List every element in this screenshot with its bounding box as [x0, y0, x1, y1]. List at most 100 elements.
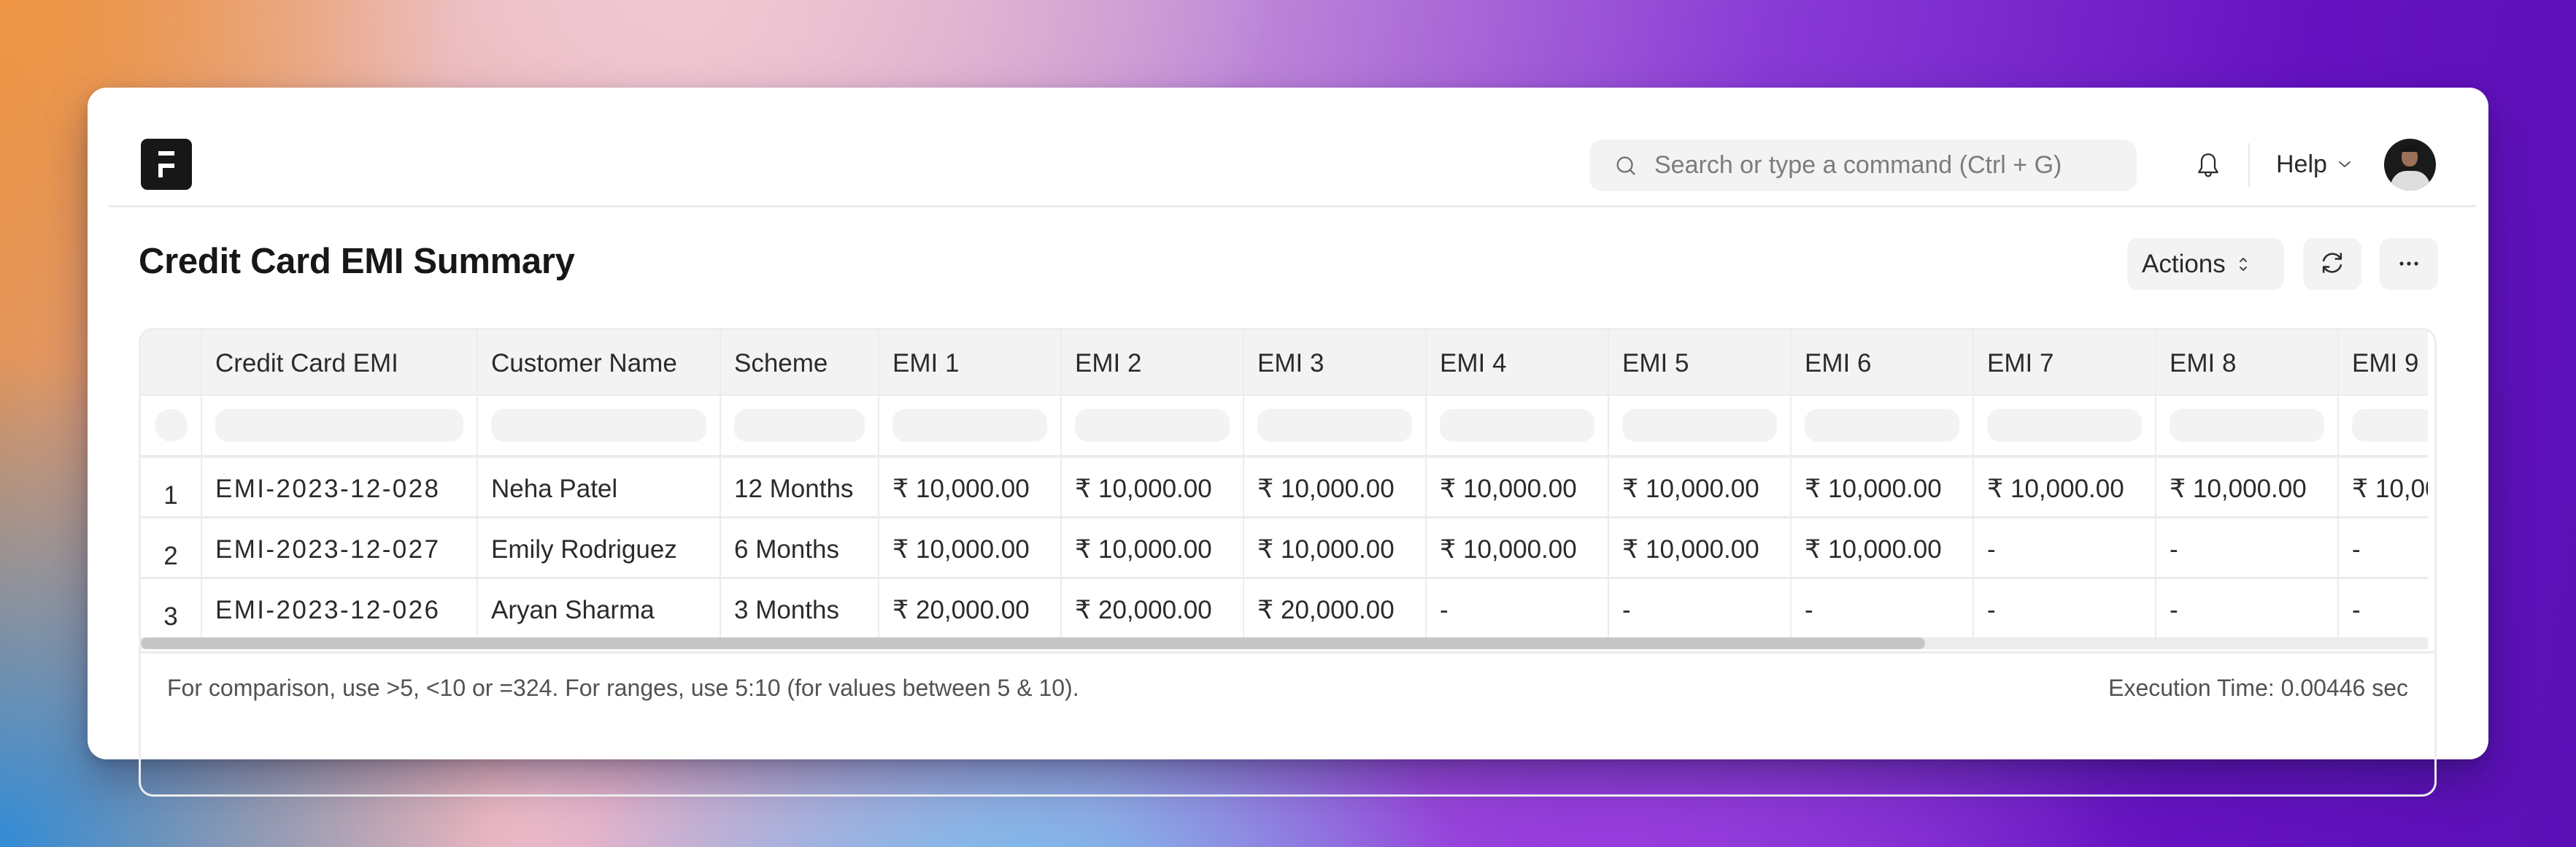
cell-emi[interactable]: ₹ 10,000.00: [1062, 458, 1244, 516]
navbar: Help: [109, 88, 2476, 207]
cell-customer-name[interactable]: Emily Rodriguez: [478, 518, 721, 577]
cell-emi[interactable]: -: [1427, 579, 1609, 637]
filter-cell: [1792, 396, 1974, 455]
filter-input-emi-2[interactable]: [1075, 409, 1230, 442]
table-row[interactable]: 3 EMI-2023-12-026 Aryan Sharma 3 Months …: [141, 579, 2428, 640]
table-row[interactable]: 1 EMI-2023-12-028 Neha Patel 12 Months ₹…: [141, 458, 2428, 518]
cell-emi[interactable]: ₹ 20,000.00: [1244, 579, 1427, 637]
column-header[interactable]: EMI 7: [1974, 330, 2156, 394]
cell-emi[interactable]: ₹ 10,000.00: [1974, 458, 2156, 516]
filter-input-emi-7[interactable]: [1987, 409, 2142, 442]
filter-cell: [1974, 396, 2156, 455]
logo-glyph-stem: [158, 164, 163, 177]
row-index: 2: [141, 518, 202, 577]
cell-emi[interactable]: ₹ 10,000.00: [1609, 458, 1792, 516]
scrollbar-thumb[interactable]: [141, 637, 1925, 649]
column-header[interactable]: EMI 1: [879, 330, 1062, 394]
column-header[interactable]: EMI 8: [2156, 330, 2339, 394]
cell-emi[interactable]: ₹ 10,000.00: [1427, 518, 1609, 577]
filter-input-emi-8[interactable]: [2170, 409, 2324, 442]
cell-emi[interactable]: ₹ 10,000.00: [1244, 458, 1427, 516]
cell-scheme[interactable]: 3 Months: [721, 579, 879, 637]
cell-customer-name[interactable]: Aryan Sharma: [478, 579, 721, 637]
column-header[interactable]: EMI 6: [1792, 330, 1974, 394]
actions-button[interactable]: Actions: [2127, 238, 2284, 290]
cell-scheme[interactable]: 6 Months: [721, 518, 879, 577]
column-header[interactable]: EMI 5: [1609, 330, 1792, 394]
search-icon: [1613, 153, 1638, 178]
cell-emi[interactable]: -: [1792, 579, 1974, 637]
app-logo[interactable]: [141, 139, 192, 190]
filter-input-emi-9[interactable]: [2352, 409, 2428, 442]
filter-cell: [2156, 396, 2339, 455]
cell-credit-card-emi[interactable]: EMI-2023-12-026: [202, 579, 478, 637]
search-bar[interactable]: [1589, 139, 2137, 191]
navbar-divider: [2248, 143, 2250, 187]
header-index: [141, 330, 202, 394]
cell-emi[interactable]: ₹ 10,000.00: [2339, 458, 2428, 516]
column-header[interactable]: Credit Card EMI: [202, 330, 478, 394]
user-avatar[interactable]: [2384, 139, 2436, 191]
table-viewport: Credit Card EMI Customer Name Scheme EMI…: [141, 330, 2428, 651]
filter-input-credit-card-emi[interactable]: [215, 409, 463, 442]
column-header[interactable]: Scheme: [721, 330, 879, 394]
actions-label: Actions: [2142, 249, 2226, 278]
column-header[interactable]: EMI 4: [1427, 330, 1609, 394]
filter-input-scheme[interactable]: [734, 409, 865, 442]
filter-hint-text: For comparison, use >5, <10 or =324. For…: [167, 675, 1079, 701]
filter-cell: [879, 396, 1062, 455]
filter-index-cell: [141, 396, 202, 455]
filter-cell: [2339, 396, 2428, 455]
cell-emi[interactable]: -: [2339, 518, 2428, 577]
cell-emi[interactable]: -: [1609, 579, 1792, 637]
help-label: Help: [2276, 150, 2327, 178]
refresh-button[interactable]: [2303, 238, 2361, 290]
cell-emi[interactable]: ₹ 10,000.00: [879, 518, 1062, 577]
cell-emi[interactable]: -: [1974, 579, 2156, 637]
cell-emi[interactable]: ₹ 10,000.00: [1792, 518, 1974, 577]
notifications-bell-icon[interactable]: [2194, 150, 2223, 181]
horizontal-scrollbar[interactable]: [141, 637, 2428, 649]
help-menu[interactable]: Help: [2276, 146, 2352, 183]
cell-emi[interactable]: ₹ 10,000.00: [1792, 458, 1974, 516]
cell-emi[interactable]: ₹ 20,000.00: [879, 579, 1062, 637]
cell-emi[interactable]: -: [1974, 518, 2156, 577]
filter-cell: [478, 396, 721, 455]
column-header[interactable]: EMI 2: [1062, 330, 1244, 394]
cell-emi[interactable]: ₹ 20,000.00: [1062, 579, 1244, 637]
cell-customer-name[interactable]: Neha Patel: [478, 458, 721, 516]
cell-emi[interactable]: ₹ 10,000.00: [1244, 518, 1427, 577]
column-header[interactable]: EMI 9: [2339, 330, 2428, 394]
cell-emi[interactable]: -: [2156, 518, 2339, 577]
execution-time: Execution Time: 0.00446 sec: [2108, 675, 2408, 701]
cell-scheme[interactable]: 12 Months: [721, 458, 879, 516]
filter-cell: [1244, 396, 1427, 455]
cell-emi[interactable]: -: [2156, 579, 2339, 637]
logo-glyph-top: [158, 151, 174, 156]
cell-emi[interactable]: ₹ 10,000.00: [2156, 458, 2339, 516]
filter-input-emi-3[interactable]: [1257, 409, 1412, 442]
page-title: Credit Card EMI Summary: [139, 242, 575, 281]
filter-index-placeholder: [154, 409, 188, 442]
cell-emi[interactable]: ₹ 10,000.00: [1062, 518, 1244, 577]
filter-input-emi-4[interactable]: [1440, 409, 1594, 442]
column-header[interactable]: EMI 3: [1244, 330, 1427, 394]
filter-input-emi-5[interactable]: [1622, 409, 1777, 442]
filter-cell: [1609, 396, 1792, 455]
cell-emi[interactable]: ₹ 10,000.00: [879, 458, 1062, 516]
chevron-down-icon: [2337, 159, 2352, 169]
cell-emi[interactable]: ₹ 10,000.00: [1609, 518, 1792, 577]
cell-emi[interactable]: ₹ 10,000.00: [1427, 458, 1609, 516]
row-index: 1: [141, 458, 202, 516]
search-input[interactable]: [1654, 151, 2129, 180]
cell-emi[interactable]: -: [2339, 579, 2428, 637]
filter-input-emi-6[interactable]: [1805, 409, 1959, 442]
filter-input-emi-1[interactable]: [892, 409, 1047, 442]
column-header[interactable]: Customer Name: [478, 330, 721, 394]
more-options-button[interactable]: [2380, 238, 2438, 290]
table-row[interactable]: 2 EMI-2023-12-027 Emily Rodriguez 6 Mont…: [141, 518, 2428, 579]
cell-credit-card-emi[interactable]: EMI-2023-12-027: [202, 518, 478, 577]
row-index: 3: [141, 579, 202, 637]
cell-credit-card-emi[interactable]: EMI-2023-12-028: [202, 458, 478, 516]
filter-input-customer-name[interactable]: [491, 409, 706, 442]
